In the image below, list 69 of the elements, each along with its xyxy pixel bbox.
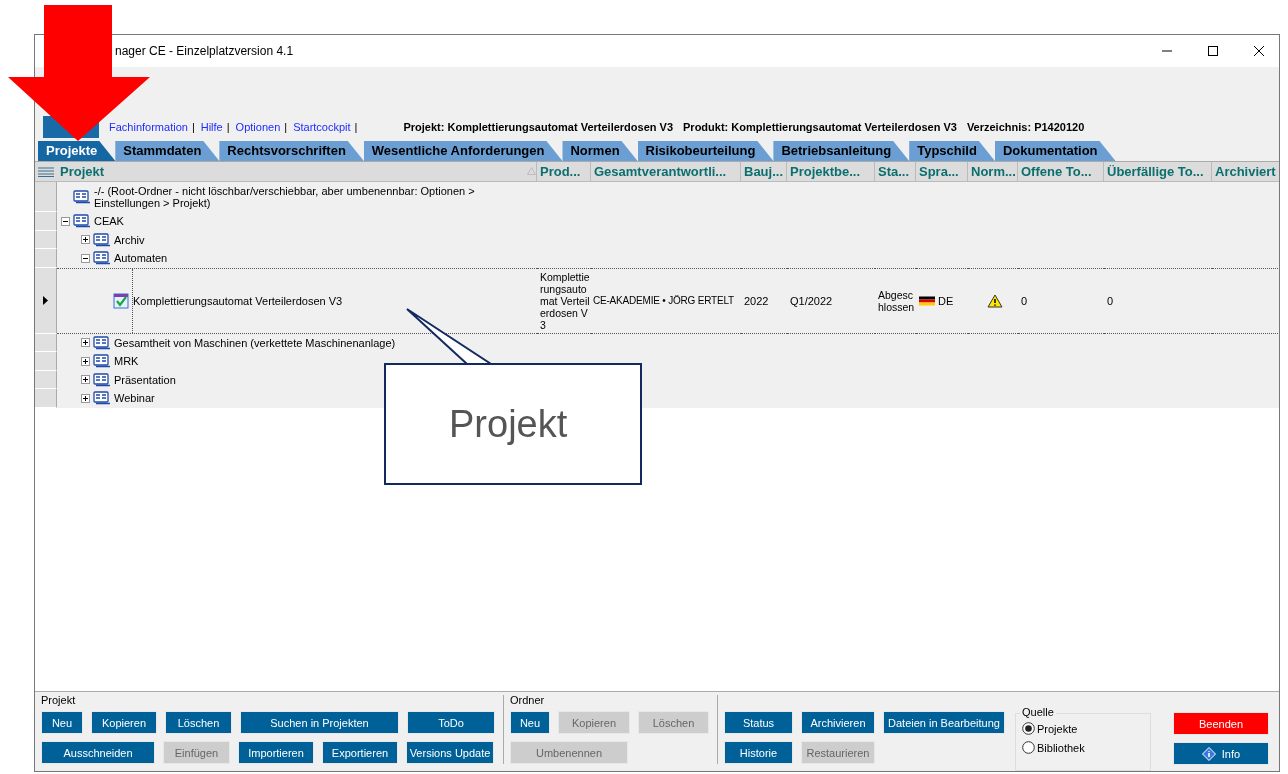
link-separator: | xyxy=(284,121,288,133)
table-cell: Abgeschlossen xyxy=(875,267,916,334)
action-button[interactable]: Versions Update xyxy=(406,741,494,764)
tree-item[interactable]: Komplettierungsautomat Verteilerdosen V3 xyxy=(133,291,343,310)
tree-item[interactable]: Automaten xyxy=(114,249,168,268)
table-cell: 0 xyxy=(1018,267,1104,334)
table-cell: DE xyxy=(938,294,954,307)
table-cell: CE-AKADEMIE • JÖRG ERTELT xyxy=(591,267,741,334)
menu-link[interactable]: Startcockpit xyxy=(293,121,351,133)
column-header[interactable]: Archiviert xyxy=(1212,162,1279,181)
tree-item[interactable]: CEAK xyxy=(94,212,124,231)
table-cell: 2022 xyxy=(741,267,787,334)
menu-link[interactable]: Hilfe xyxy=(200,121,223,133)
column-header[interactable]: Norm... xyxy=(968,162,1018,181)
tab[interactable]: Dokumentation xyxy=(994,141,1116,161)
column-header[interactable]: Sta... xyxy=(875,162,916,181)
tab[interactable]: Risikobeurteilung xyxy=(637,141,774,161)
action-button[interactable]: Archivieren xyxy=(801,711,875,734)
radio-option[interactable]: Bibliothek xyxy=(1022,741,1150,754)
tree-item[interactable]: Archiv xyxy=(114,230,145,249)
column-header[interactable]: Überfällige To... xyxy=(1104,162,1212,181)
info-text: Verzeichnis: P1420120 xyxy=(966,121,1085,133)
link-separator: | xyxy=(354,121,358,133)
column-header[interactable]: Projekt xyxy=(57,162,537,181)
menu-link[interactable]: Fachinformation xyxy=(109,121,188,133)
group-title: Ordner xyxy=(510,695,546,705)
action-button[interactable]: Exportieren xyxy=(322,741,398,764)
action-button[interactable]: Status xyxy=(724,711,793,734)
action-button[interactable]: Kopieren xyxy=(91,711,157,734)
info-text: Projekt: Komplettierungsautomat Verteilerdosen V3 xyxy=(403,121,674,133)
action-button[interactable]: Dateien in Bearbeitung xyxy=(883,711,1005,734)
column-header[interactable]: Projektbe... xyxy=(787,162,875,181)
window-title: nager CE - Einzelplatzversion 4.1 xyxy=(115,44,294,58)
action-button[interactable]: Importieren xyxy=(238,741,314,764)
tree-item[interactable]: MRK xyxy=(114,352,139,371)
exit-button[interactable]: Beenden xyxy=(1173,712,1269,735)
link-separator: | xyxy=(226,121,230,133)
tab[interactable]: Rechtsvorschriften xyxy=(219,141,364,161)
action-button[interactable]: Info xyxy=(1173,742,1269,765)
table-cell: Komplettierungsautomat Verteilerdosen V3 xyxy=(537,267,591,334)
link-separator: | xyxy=(191,121,195,133)
action-button[interactable]: Suchen in Projekten xyxy=(240,711,399,734)
tab[interactable]: Projekte xyxy=(38,141,116,161)
column-header[interactable]: Bauj... xyxy=(741,162,787,181)
tree-item[interactable]: Präsentation xyxy=(114,370,176,389)
tab[interactable]: Betriebsanleitung xyxy=(773,141,910,161)
action-button[interactable]: ToDo xyxy=(407,711,495,734)
groupbox-title: Quelle xyxy=(1020,706,1056,718)
action-button[interactable]: Neu xyxy=(41,711,83,734)
action-button[interactable]: Ausschneiden xyxy=(41,741,155,764)
column-header[interactable]: Prod... xyxy=(537,162,591,181)
tab[interactable]: Stammdaten xyxy=(115,141,220,161)
info-text: Produkt: Komplettierungsautomat Verteilerdosen V3 xyxy=(683,121,957,133)
tab[interactable]: Wesentliche Anforderungen xyxy=(363,141,563,161)
radio-option[interactable]: Projekte xyxy=(1022,722,1150,735)
action-button[interactable]: Neu xyxy=(510,711,550,734)
column-header[interactable]: Offene To... xyxy=(1018,162,1104,181)
table-cell: 0 xyxy=(1104,267,1212,334)
action-button[interactable]: Löschen xyxy=(165,711,232,734)
table-cell: Q1/2022 xyxy=(787,267,875,334)
menu-link[interactable]: Optionen xyxy=(235,121,281,133)
column-header[interactable]: Spra... xyxy=(916,162,968,181)
group-title: Projekt xyxy=(41,695,77,705)
action-button[interactable]: Historie xyxy=(724,741,793,764)
tab[interactable]: Normen xyxy=(562,141,638,161)
tree-item[interactable]: Webinar xyxy=(114,389,155,408)
tab[interactable]: Typschild xyxy=(909,141,995,161)
callout-label: Projekt xyxy=(449,403,568,446)
column-header[interactable]: Gesamtverantwortli... xyxy=(591,162,741,181)
